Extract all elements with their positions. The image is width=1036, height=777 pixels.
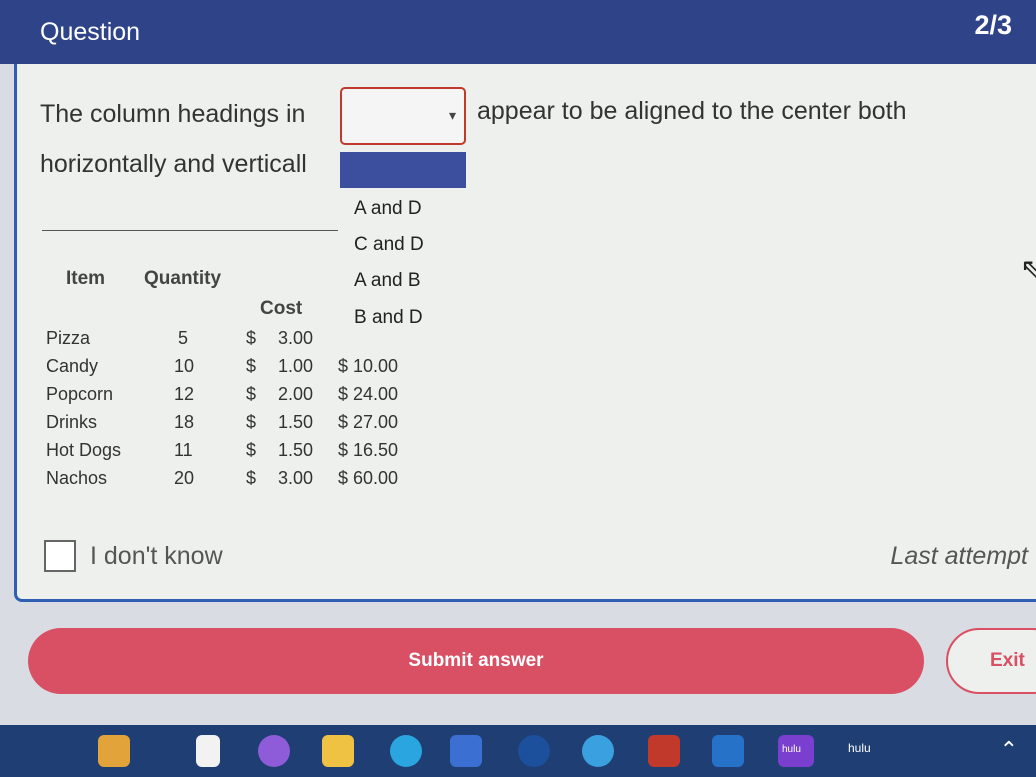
- cell-qty: 11: [174, 440, 193, 460]
- cell-currency: $: [246, 412, 257, 432]
- question-header: Question 2/3: [0, 0, 1036, 64]
- prompt-text-after: appear to be aligned to the center both: [477, 97, 907, 125]
- dropdown-menu: A and D C and D A and B B and D: [340, 152, 466, 336]
- idk-label[interactable]: I don't know: [90, 542, 223, 571]
- cell-cost: 2.00: [278, 384, 314, 404]
- cell-item: Popcorn: [46, 384, 114, 404]
- dropdown-option[interactable]: A and D: [354, 198, 422, 220]
- cell-cost: 3.00: [278, 468, 314, 488]
- chat-icon[interactable]: [258, 735, 290, 767]
- cell-currency: $: [246, 440, 257, 460]
- column-header-quantity: Quantity: [144, 268, 222, 289]
- mouse-cursor-icon: ⇖: [1020, 253, 1036, 284]
- chevron-up-icon[interactable]: ⌃: [1000, 737, 1018, 763]
- chrome-icon[interactable]: [582, 735, 614, 767]
- chevron-down-icon: ▾: [448, 107, 456, 123]
- prompt-text-line2: horizontally and verticall: [40, 150, 307, 178]
- column-header-item: Item: [66, 268, 106, 289]
- dropdown-highlight[interactable]: [340, 152, 466, 188]
- cell-qty: 18: [174, 412, 195, 432]
- dropdown-option[interactable]: A and B: [354, 270, 421, 292]
- dropdown-option[interactable]: B and D: [354, 307, 423, 329]
- cell-qty: 5: [178, 328, 189, 348]
- submit-answer-button[interactable]: Submit answer: [28, 628, 924, 694]
- store-icon[interactable]: [450, 735, 482, 767]
- cell-total: $ 10.00: [338, 356, 399, 376]
- taskbar: hulu hulu ⌃: [0, 725, 1036, 777]
- exit-button[interactable]: Exit: [946, 628, 1036, 694]
- dropdown-option[interactable]: C and D: [354, 234, 424, 256]
- answer-dropdown[interactable]: ▾: [340, 87, 466, 145]
- task-view-icon[interactable]: [196, 735, 220, 767]
- cell-qty: 12: [174, 384, 195, 404]
- question-progress: 2/3: [974, 10, 1012, 40]
- widgets-icon[interactable]: [98, 735, 130, 767]
- cell-item: Candy: [46, 356, 99, 376]
- hulu-label[interactable]: hulu: [848, 741, 871, 755]
- app-tile-icon[interactable]: hulu: [778, 735, 814, 767]
- cell-qty: 20: [174, 468, 195, 488]
- cell-qty: 10: [174, 356, 195, 376]
- header-title: Question: [40, 18, 141, 46]
- cell-cost: 1.00: [278, 356, 314, 376]
- cell-total: $ 27.00: [338, 412, 399, 432]
- column-header-cost: Cost: [260, 298, 303, 319]
- edge-browser-icon[interactable]: [390, 735, 422, 767]
- cell-item: Pizza: [46, 328, 91, 348]
- prompt-text-before: The column headings in: [40, 100, 306, 128]
- cell-total: $ 60.00: [338, 468, 399, 488]
- idk-checkbox[interactable]: [44, 540, 76, 572]
- divider: [42, 230, 338, 231]
- mcafee-icon[interactable]: [648, 735, 680, 767]
- cell-total: $ 24.00: [338, 384, 399, 404]
- cell-item: Hot Dogs: [46, 440, 122, 460]
- cell-item: Drinks: [46, 412, 98, 432]
- cell-total: $ 16.50: [338, 440, 399, 460]
- file-explorer-icon[interactable]: [322, 735, 354, 767]
- cell-currency: $: [246, 384, 257, 404]
- cell-currency: $: [246, 328, 257, 348]
- cell-currency: $: [246, 356, 257, 376]
- cell-currency: $: [246, 468, 257, 488]
- last-attempt-label: Last attempt: [890, 542, 1028, 570]
- question-card: [14, 64, 1036, 602]
- hp-icon[interactable]: [518, 735, 550, 767]
- app-tile-label: hulu: [782, 744, 801, 755]
- cell-cost: 1.50: [278, 440, 314, 460]
- outlook-icon[interactable]: [712, 735, 744, 767]
- cell-item: Nachos: [46, 468, 108, 488]
- cell-cost: 3.00: [278, 328, 314, 348]
- cell-cost: 1.50: [278, 412, 314, 432]
